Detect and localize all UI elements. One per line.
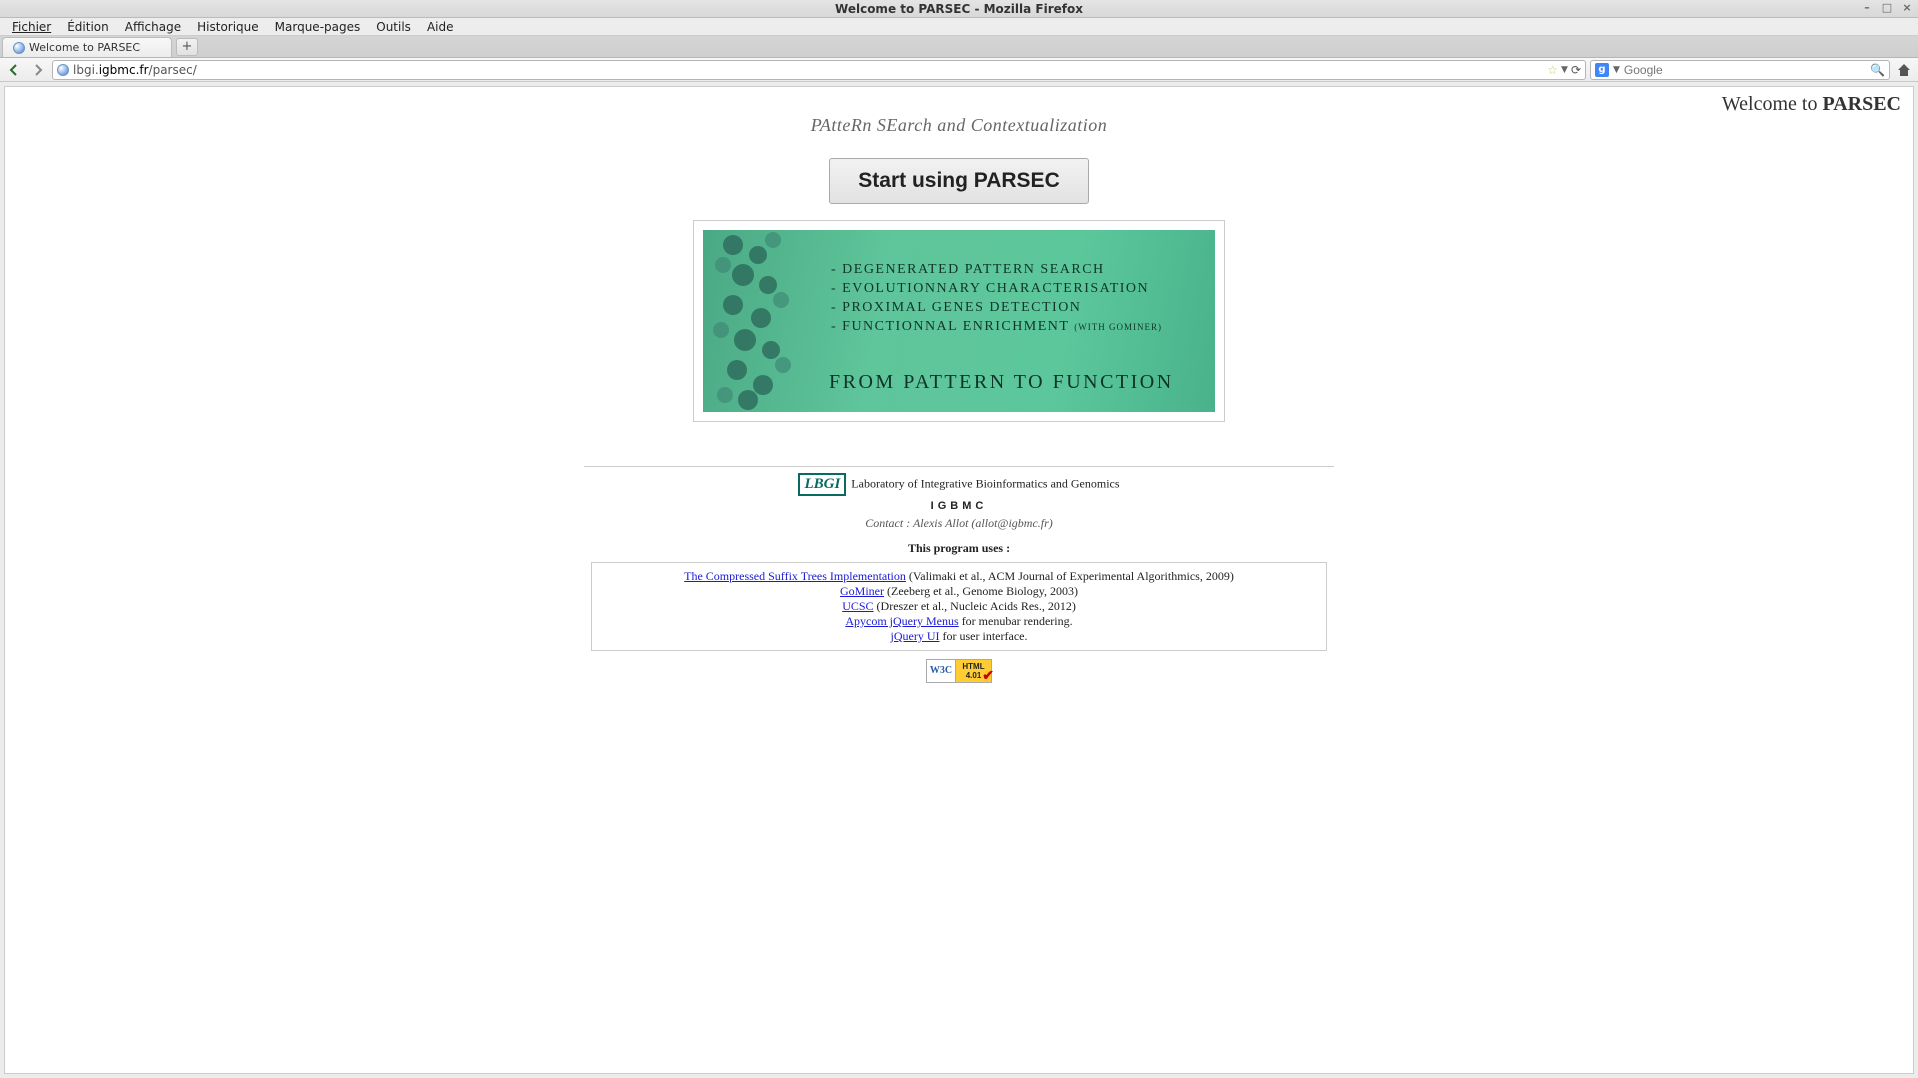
lbgi-badge: LBGI: [798, 473, 846, 496]
ref-link-jqueryui[interactable]: jQuery UI: [891, 629, 940, 643]
lab-line: LBGI Laboratory of Integrative Bioinform…: [5, 473, 1913, 496]
tab-title: Welcome to PARSEC: [29, 41, 140, 54]
site-identity-icon: [57, 64, 69, 76]
menubar: Fichier Édition Affichage Historique Mar…: [0, 18, 1918, 36]
uses-label: This program uses :: [5, 541, 1913, 556]
search-bar[interactable]: g ▼ 🔍: [1590, 60, 1890, 80]
dropdown-icon[interactable]: ▼: [1561, 65, 1568, 75]
page-header: Welcome to PARSEC: [1722, 93, 1901, 116]
back-button[interactable]: [4, 61, 24, 79]
favicon-icon: [13, 42, 25, 54]
w3c-badge[interactable]: W3C HTML4.01 ✔: [926, 659, 992, 683]
search-input[interactable]: [1624, 63, 1866, 77]
checkmark-icon: ✔: [982, 668, 994, 685]
w3c-left: W3C: [926, 659, 956, 683]
ref-link-gominer[interactable]: GoMiner: [840, 584, 884, 598]
new-tab-button[interactable]: +: [176, 38, 198, 56]
banner-main-slogan: FROM PATTERN TO FUNCTION: [829, 371, 1174, 394]
maximize-button[interactable]: □: [1880, 2, 1894, 14]
home-button[interactable]: [1894, 61, 1914, 79]
search-dropdown-icon[interactable]: ▼: [1613, 65, 1620, 75]
tabbar: Welcome to PARSEC +: [0, 36, 1918, 58]
separator: [584, 466, 1334, 467]
forward-icon: [31, 63, 45, 77]
ref-row-2: GoMiner (Zeeberg et al., Genome Biology,…: [600, 584, 1318, 599]
ref-row-5: jQuery UI for user interface.: [600, 629, 1318, 644]
igbmc-label: IGBMC: [5, 500, 1913, 512]
window-controls: – □ ×: [1860, 2, 1914, 14]
menu-edition[interactable]: Édition: [59, 18, 117, 35]
url-text: lbgi.igbmc.fr/parsec/: [73, 63, 1543, 77]
banner-frame: - DEGENERATED PATTERN SEARCH - EVOLUTION…: [693, 220, 1225, 422]
ref-row-3: UCSC (Dreszer et al., Nucleic Acids Res.…: [600, 599, 1318, 614]
banner-feature-3: - PROXIMAL GENES DETECTION: [831, 300, 1162, 316]
window-title: Welcome to PARSEC - Mozilla Firefox: [835, 2, 1083, 16]
google-icon: g: [1595, 63, 1609, 77]
banner-feature-1: - DEGENERATED PATTERN SEARCH: [831, 262, 1162, 278]
menu-outils[interactable]: Outils: [368, 18, 419, 35]
home-icon: [1896, 62, 1912, 78]
reload-icon[interactable]: ⟳: [1571, 63, 1581, 77]
banner: - DEGENERATED PATTERN SEARCH - EVOLUTION…: [703, 230, 1215, 412]
references-box: The Compressed Suffix Trees Implementati…: [591, 562, 1327, 651]
close-button[interactable]: ×: [1900, 2, 1914, 14]
window-titlebar: Welcome to PARSEC - Mozilla Firefox – □ …: [0, 0, 1918, 18]
ref-link-ucsc[interactable]: UCSC: [842, 599, 873, 613]
ref-link-cst[interactable]: The Compressed Suffix Trees Implementati…: [684, 569, 906, 583]
navbar: lbgi.igbmc.fr/parsec/ ☆ ▼ ⟳ g ▼ 🔍: [0, 58, 1918, 82]
menu-aide[interactable]: Aide: [419, 18, 462, 35]
menu-historique[interactable]: Historique: [189, 18, 267, 35]
menu-affichage[interactable]: Affichage: [117, 18, 189, 35]
banner-feature-4: - FUNCTIONNAL ENRICHMENT (WITH GOMINER): [831, 319, 1162, 335]
url-bar[interactable]: lbgi.igbmc.fr/parsec/ ☆ ▼ ⟳: [52, 60, 1586, 80]
forward-button[interactable]: [28, 61, 48, 79]
banner-feature-list: - DEGENERATED PATTERN SEARCH - EVOLUTION…: [831, 262, 1162, 338]
ref-link-apycom[interactable]: Apycom jQuery Menus: [845, 614, 958, 628]
lab-name: Laboratory of Integrative Bioinformatics…: [851, 476, 1119, 490]
tagline: PAtteRn SEarch and Contextualization: [5, 115, 1913, 136]
viewport: Welcome to PARSEC PAtteRn SEarch and Con…: [0, 82, 1918, 1078]
bookmark-star-icon[interactable]: ☆: [1547, 63, 1558, 77]
ref-row-1: The Compressed Suffix Trees Implementati…: [600, 569, 1318, 584]
menu-marquepages[interactable]: Marque-pages: [267, 18, 369, 35]
tab-active[interactable]: Welcome to PARSEC: [2, 37, 172, 57]
start-using-parsec-button[interactable]: Start using PARSEC: [829, 158, 1088, 204]
banner-feature-2: - EVOLUTIONNARY CHARACTERISATION: [831, 281, 1162, 297]
page-content: Welcome to PARSEC PAtteRn SEarch and Con…: [4, 86, 1914, 1074]
dna-helix-icon: [703, 230, 823, 412]
menu-fichier[interactable]: Fichier: [4, 18, 59, 35]
back-icon: [7, 63, 21, 77]
ref-row-4: Apycom jQuery Menus for menubar renderin…: [600, 614, 1318, 629]
search-icon[interactable]: 🔍: [1870, 63, 1885, 77]
minimize-button[interactable]: –: [1860, 2, 1874, 14]
contact-line: Contact : Alexis Allot (allot@igbmc.fr): [5, 516, 1913, 531]
footer: LBGI Laboratory of Integrative Bioinform…: [5, 473, 1913, 683]
